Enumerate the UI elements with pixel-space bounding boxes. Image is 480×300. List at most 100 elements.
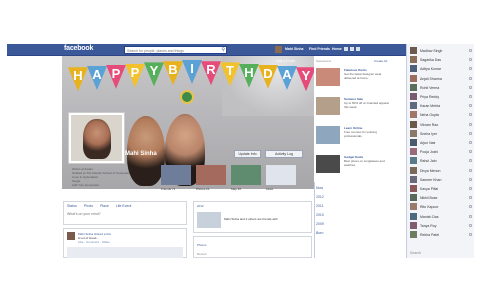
thumbnail-caption[interactable]: Likes (266, 187, 273, 191)
thumbnail-0[interactable] (161, 165, 191, 185)
year-link[interactable]: 2010 (316, 211, 356, 220)
ad-image[interactable] (316, 126, 340, 144)
post-attachment[interactable] (67, 247, 183, 258)
create-ad-link[interactable]: Create Ad (374, 59, 387, 63)
thumbnail-caption[interactable]: Photos 21 (196, 187, 210, 191)
entry-text: Mahi Sinha and 2 others are friends with (224, 217, 278, 221)
mobile-icon (469, 233, 472, 236)
tab-place[interactable]: Place (100, 204, 109, 208)
search-input[interactable] (127, 48, 219, 53)
thumbnail-3[interactable] (266, 165, 296, 185)
chat-friend[interactable]: Nikhil Bose (410, 194, 472, 202)
mobile-icon (469, 76, 472, 80)
year-link[interactable]: 2011 (316, 202, 356, 211)
tab-life-event[interactable]: Life Event (116, 204, 132, 208)
find-friends-link[interactable]: Find Friends (309, 47, 330, 51)
friend-name: Rekha Patel (420, 233, 440, 237)
status-input[interactable] (67, 211, 139, 216)
ad-description: Up to 50% off on branded apparel this we… (344, 101, 389, 109)
notifications-icon[interactable] (356, 47, 360, 51)
chat-friend[interactable]: Sagarika Das (410, 56, 472, 64)
ad-item[interactable]: Summer Sale Up to 50% off on branded appa… (316, 97, 393, 123)
mobile-icon (469, 85, 472, 89)
friend-avatar (410, 148, 417, 156)
ad-image[interactable] (316, 155, 340, 173)
post-actions[interactable]: Like · Comment · Share (78, 240, 110, 244)
friend-requests-icon[interactable] (344, 47, 348, 51)
profile-picture[interactable] (68, 112, 125, 164)
tab-photo[interactable]: Photo (84, 204, 93, 208)
friend-avatar (410, 231, 417, 238)
year-link[interactable]: 2012 (316, 193, 356, 202)
chat-sidebar: Madhav Singh Sagarika Das Aditya Kumar Anja… (406, 44, 474, 258)
ad-text: Gadget Deals Best prices on sunglasses an… (344, 155, 392, 167)
photos-title[interactable]: Photos (197, 243, 206, 247)
year-link[interactable]: Born (316, 229, 356, 238)
chat-friend[interactable]: Priya Reddy (410, 93, 472, 101)
ad-item[interactable]: Fabulous Kurtis Get the latest designer w… (316, 68, 393, 94)
mobile-icon (469, 177, 472, 181)
chat-friend[interactable]: Manish Das (410, 212, 472, 221)
user-avatar[interactable] (275, 46, 282, 53)
chat-friend[interactable]: Kavya Pillai (410, 185, 472, 193)
ad-image[interactable] (316, 97, 340, 115)
thumbnail-caption[interactable]: Friends 71 (161, 187, 175, 191)
chat-friend[interactable]: Rahul Jain (410, 157, 472, 165)
year-link[interactable]: Now (316, 184, 356, 193)
mobile-icon (469, 159, 472, 163)
friend-avatar (410, 194, 417, 202)
mobile-icon (469, 150, 472, 154)
chat-search[interactable]: Search (410, 251, 421, 255)
friend-name: Pooja Joshi (420, 150, 439, 155)
chat-friend[interactable]: Madhav Singh (410, 47, 472, 55)
profile-name[interactable]: Mahi Sinha (125, 151, 157, 157)
search-box: ⚲ (124, 46, 227, 54)
ad-image[interactable] (316, 68, 340, 86)
tab-status[interactable]: Status (67, 204, 77, 208)
friend-avatar (410, 111, 417, 119)
mobile-icon (469, 205, 472, 209)
chat-friend[interactable]: Neha Gupta (410, 111, 472, 119)
ad-item[interactable]: Learn Online Free courses for working pro… (316, 126, 393, 152)
entry-year[interactable]: 2012 (197, 204, 204, 208)
info-hometown[interactable]: Add Your Hometown (72, 183, 99, 187)
chat-friend[interactable]: Anjali Sharma (410, 74, 472, 83)
ad-description: Best prices on sunglasses and watches. (344, 159, 385, 167)
timeline-entry: 2012 Mahi Sinha and 2 others are friends… (193, 201, 312, 233)
chat-friend[interactable]: Tanya Roy (410, 221, 472, 230)
friend-avatar (410, 185, 417, 192)
chat-friend[interactable]: Rohit Verma (410, 83, 472, 92)
update-info-button[interactable]: Update Info (234, 150, 261, 158)
chat-friend[interactable]: Sneha Iyer (410, 129, 472, 138)
ad-item[interactable]: Gadget Deals Best prices on sunglasses an… (316, 155, 393, 181)
banner-pennant: H (68, 67, 88, 92)
profile-link[interactable]: Mahi Sinha (285, 47, 303, 51)
friend-name: Ritu Kapoor (420, 205, 439, 210)
clock-decoration (180, 90, 194, 104)
mobile-icon (469, 104, 472, 108)
ad-text: Learn Online Free courses for working pro… (344, 126, 392, 138)
thumbnail-2[interactable] (231, 165, 261, 185)
messages-icon[interactable] (350, 47, 354, 51)
thumbnail-caption[interactable]: Map 20 (231, 187, 241, 191)
chat-friend[interactable]: Ritu Kapoor (410, 203, 472, 211)
chat-friend[interactable]: Rekha Patel (410, 231, 472, 239)
friend-name: Manish Das (420, 214, 439, 219)
entry-image[interactable] (197, 212, 221, 228)
chat-friend[interactable]: Divya Menon (410, 166, 472, 175)
home-link[interactable]: Home (332, 47, 342, 51)
chat-friend[interactable]: Pooja Joshi (410, 148, 472, 156)
search-icon[interactable]: ⚲ (221, 47, 225, 53)
chat-friend[interactable]: Karan Mehta (410, 102, 472, 110)
chat-friend[interactable]: Arjun Nair (410, 139, 472, 147)
column-divider (314, 182, 315, 258)
thumbnail-1[interactable] (196, 165, 226, 185)
activity-log-button[interactable]: Activity Log (265, 150, 303, 158)
friend-name: Madhav Singh (420, 49, 443, 53)
chat-friend[interactable]: Vikram Rao (410, 120, 472, 129)
facebook-logo[interactable]: facebook (64, 45, 93, 52)
chat-friend[interactable]: Aditya Kumar (410, 65, 472, 73)
post-avatar[interactable] (67, 232, 75, 240)
year-link[interactable]: 2009 (316, 220, 356, 229)
chat-friend[interactable]: Sameer Khan (410, 175, 472, 184)
